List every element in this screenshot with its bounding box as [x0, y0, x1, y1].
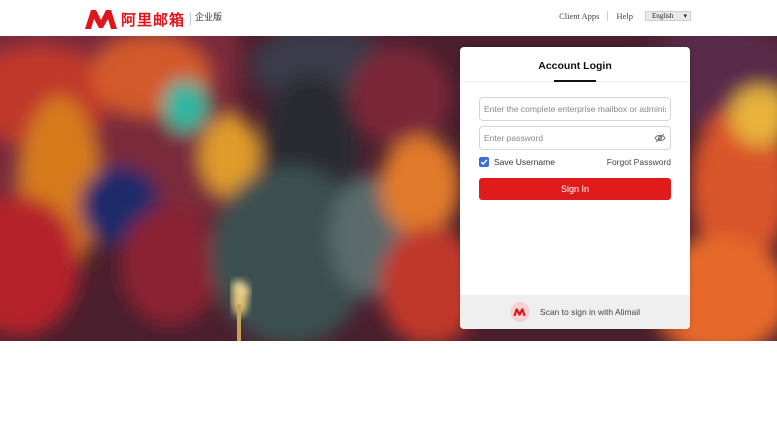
- top-nav: Client Apps Help English ▾: [559, 11, 691, 21]
- nav-divider: [607, 11, 609, 21]
- qr-login-bar[interactable]: Scan to sign in with Alimail: [460, 295, 690, 329]
- top-header: 阿里邮箱 企业版 Client Apps Help English ▾: [0, 0, 777, 36]
- alimail-m-logo-icon: [513, 308, 527, 316]
- brand-edition: 企业版: [195, 12, 223, 23]
- active-tab-indicator: [554, 80, 596, 82]
- alimail-logo[interactable]: 阿里邮箱 企业版: [84, 8, 222, 30]
- check-icon: [480, 159, 488, 166]
- client-apps-link[interactable]: Client Apps: [559, 11, 599, 21]
- save-username-option[interactable]: Save Username: [479, 157, 555, 167]
- password-field[interactable]: [479, 126, 671, 150]
- language-value: English: [652, 12, 674, 20]
- save-username-label: Save Username: [494, 157, 555, 167]
- chevron-down-icon: ▾: [683, 12, 687, 20]
- login-options: Save Username Forgot Password: [479, 155, 671, 169]
- qr-logo-badge: [509, 302, 530, 322]
- eye-slash-icon[interactable]: [654, 133, 666, 143]
- language-select[interactable]: English ▾: [645, 11, 691, 21]
- alimail-m-logo-icon: [85, 10, 117, 29]
- help-link[interactable]: Help: [616, 11, 633, 21]
- email-field[interactable]: [479, 97, 671, 121]
- brand-name: 阿里邮箱: [121, 10, 186, 29]
- sign-in-button[interactable]: Sign In: [479, 178, 671, 200]
- save-username-checkbox[interactable]: [479, 157, 489, 167]
- logo-divider: [190, 13, 192, 25]
- email-input[interactable]: [484, 104, 666, 114]
- password-input[interactable]: [484, 133, 654, 143]
- tab-account-login[interactable]: Account Login: [460, 47, 690, 72]
- login-tab-header: Account Login: [460, 47, 690, 82]
- forgot-password-link[interactable]: Forgot Password: [607, 157, 671, 167]
- login-card: Account Login Save Username Forgot Passw…: [460, 47, 690, 329]
- qr-login-text: Scan to sign in with Alimail: [539, 307, 641, 317]
